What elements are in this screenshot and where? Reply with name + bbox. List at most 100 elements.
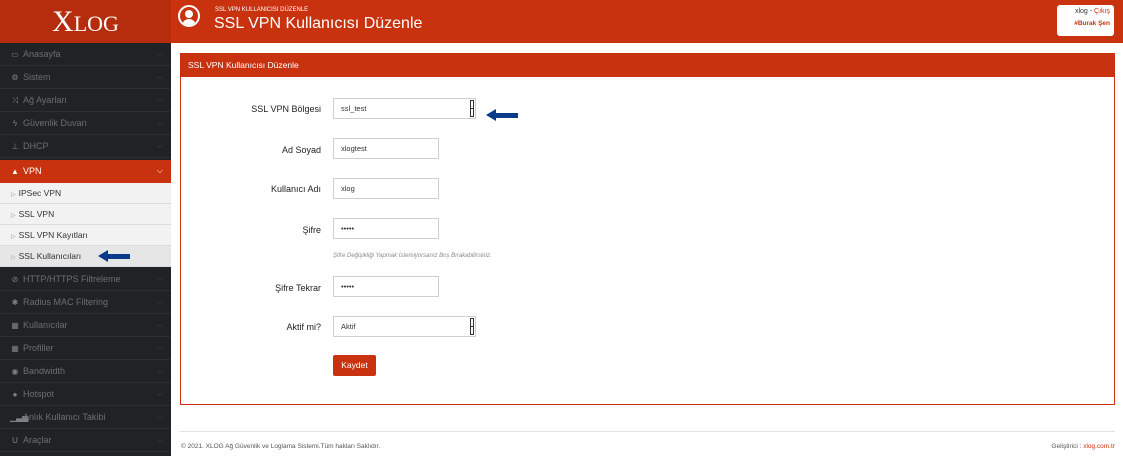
chevron-down-icon: ⌵: [156, 49, 163, 58]
caret-right-icon: ▷: [11, 213, 16, 219]
signal-icon: ▁▃▅: [10, 413, 29, 422]
car-icon: ◉: [11, 367, 19, 376]
password-input[interactable]: •••••: [333, 218, 439, 239]
sidebar-item-label: Anasayfa: [23, 49, 61, 59]
sidebar-item-label: Güvenlik Duvarı: [23, 118, 88, 128]
region-select[interactable]: ssl_test: [333, 98, 476, 119]
chevron-down-icon: ⌵: [156, 274, 163, 283]
sidebar-item-kullanicilar[interactable]: ▦ Kullanıcılar ⌵: [0, 314, 171, 337]
username-field-label: Kullanıcı Adı: [270, 184, 321, 194]
road-icon: ▲: [11, 167, 19, 176]
sidebar-subitem-ssl-kullanicilari[interactable]: ▷ SSL Kullanıcıları: [0, 246, 171, 267]
sidebar-item-bandwidth[interactable]: ◉ Bandwidth ⌵: [0, 360, 171, 383]
save-button[interactable]: Kaydet: [333, 355, 376, 376]
globe-icon: ●: [12, 390, 18, 399]
asterisk-icon: ✱: [11, 298, 19, 307]
chevron-down-icon: ⌵: [156, 412, 163, 421]
sitemap-icon: ⊥: [11, 142, 19, 151]
sidebar-subitem-label: IPSec VPN: [18, 188, 62, 198]
sidebar-item-label: HTTP/HTTPS Filtreleme: [23, 274, 121, 284]
user-box: xlog - Çıkış #Burak Şen: [1057, 5, 1114, 36]
developer-link[interactable]: xlog.com.tr: [1083, 443, 1115, 450]
chevron-down-icon: ⌵: [156, 141, 163, 150]
caret-right-icon: ▷: [11, 255, 16, 261]
chevron-down-icon: ⌵: [156, 343, 163, 352]
laptop-icon: ▭: [11, 50, 19, 59]
full-name-input[interactable]: xlogtest: [333, 138, 439, 159]
username-input[interactable]: xlog: [333, 178, 439, 199]
username-label: xlog: [1074, 8, 1088, 15]
magnet-icon: U: [12, 436, 18, 445]
profiles-grid-icon: ▦: [11, 344, 19, 353]
chevron-down-icon: ⌵: [156, 297, 163, 306]
chevron-down-icon: ⌵: [156, 320, 163, 329]
sidebar-item-label: Ağ Ayarları: [23, 95, 67, 105]
logo-letter-x: X: [52, 5, 74, 38]
footer-developer-prefix: Geliştirici :: [1051, 443, 1084, 450]
caret-right-icon: ▷: [11, 192, 16, 198]
sidebar-item-ag-ayarlari[interactable]: ⤨ Ağ Ayarları ⌵: [0, 89, 171, 112]
sidebar-item-anlik-kullanici-takibi[interactable]: ▁▃▅Anlık Kullanıcı Takibi ⌵: [0, 406, 171, 429]
select-caret-icon: [470, 100, 474, 117]
sidebar-subitem-label: SSL VPN Kayıtları: [18, 230, 88, 240]
sidebar-subitem-label: SSL Kullanıcıları: [18, 251, 82, 261]
top-bar: XLOG SSL VPN KULLANICISI DÜZENLE SSL VPN…: [0, 0, 1123, 43]
active-select-value: Aktif: [341, 322, 356, 331]
chevron-down-icon: ⌵: [156, 435, 163, 444]
chevron-down-icon: ⌵: [156, 95, 163, 104]
annotation-arrow-left-icon: [486, 109, 518, 122]
select-caret-icon: [470, 318, 474, 335]
sidebar-item-label: Bandwidth: [23, 366, 66, 376]
sidebar-item-guvenlik-duvari[interactable]: ϟ Güvenlik Duvarı ⌵: [0, 112, 171, 135]
sidebar-subitem-ssl-vpn-kayitlari[interactable]: ▷ SSL VPN Kayıtları: [0, 225, 171, 246]
sidebar-item-label: Kullanıcılar: [23, 320, 68, 330]
sidebar-item-vpn[interactable]: ▲ VPN ⌵: [0, 160, 171, 183]
logout-link[interactable]: Çıkış: [1094, 8, 1110, 15]
random-icon: ⤨: [11, 96, 19, 105]
sidebar-item-label: DHCP: [23, 141, 49, 151]
sidebar-item-profiller[interactable]: ▦ Profiller ⌵: [0, 337, 171, 360]
sidebar-item-sistem[interactable]: ⚙ Sistem ⌵: [0, 66, 171, 89]
footer-developer: Geliştirici : xlog.com.tr: [1051, 443, 1115, 450]
sidebar-item-http-https-filtreleme[interactable]: ⊘ HTTP/HTTPS Filtreleme ⌵: [0, 268, 171, 291]
region-label: SSL VPN Bölgesi: [251, 104, 321, 114]
chevron-down-icon: ⌵: [156, 72, 163, 81]
users-grid-icon: ▦: [11, 321, 19, 330]
sidebar-item-label: Profiller: [23, 343, 54, 353]
chevron-down-icon: ⌵: [156, 389, 163, 398]
sidebar-subitem-ipsec-vpn[interactable]: ▷ IPSec VPN: [0, 183, 171, 204]
annotation-arrow-left-icon: [98, 250, 130, 263]
bolt-icon: ϟ: [12, 119, 18, 128]
logo-text: LOG: [73, 11, 119, 36]
cogs-icon: ⚙: [11, 73, 19, 82]
page-subtitle: SSL VPN KULLANICISI DÜZENLE: [215, 7, 309, 13]
sidebar-item-radius-mac-filtering[interactable]: ✱ Radius MAC Filtering ⌵: [0, 291, 171, 314]
sidebar-item-label: Hotspot: [23, 389, 55, 399]
active-select[interactable]: Aktif: [333, 316, 476, 337]
active-label: Aktif mi?: [286, 322, 321, 332]
full-name-label: Ad Soyad: [281, 145, 321, 155]
password-label: Şifre: [302, 225, 321, 235]
panel-title: SSL VPN Kullanıcısı Düzenle: [181, 54, 1114, 77]
sidebar-item-label: Sistem: [23, 72, 51, 82]
sidebar-item-hotspot[interactable]: ● Hotspot ⌵: [0, 383, 171, 406]
eye-slash-icon: ⊘: [11, 275, 19, 284]
sidebar-item-label: Araçlar: [23, 435, 52, 445]
chevron-down-icon: ⌵: [156, 118, 163, 127]
sidebar-item-label: Anlık Kullanıcı Takibi: [23, 412, 106, 422]
sidebar-subitem-ssl-vpn[interactable]: ▷ SSL VPN: [0, 204, 171, 225]
sidebar-subitem-label: SSL VPN: [18, 209, 55, 219]
user-icon: [178, 5, 200, 27]
chevron-down-icon: ⌵: [156, 166, 163, 175]
footer-copyright: © 2021. XLOG Ağ Güvenlik ve Loglama Sist…: [181, 443, 381, 450]
region-select-value: ssl_test: [341, 104, 367, 113]
sidebar-item-dhcp[interactable]: ⊥ DHCP ⌵: [0, 135, 171, 158]
sidebar-item-label: VPN: [23, 166, 42, 176]
sidebar-item-araclar[interactable]: U Araçlar ⌵: [0, 429, 171, 452]
password-repeat-input[interactable]: •••••: [333, 276, 439, 297]
page-title: SSL VPN Kullanıcısı Düzenle: [214, 15, 423, 32]
sidebar-item-anasayfa[interactable]: ▭ Anasayfa ⌵: [0, 43, 171, 66]
xlog-logo[interactable]: XLOG: [0, 0, 171, 43]
footer-divider: [180, 431, 1115, 432]
sidebar-item-label: Radius MAC Filtering: [23, 297, 109, 307]
